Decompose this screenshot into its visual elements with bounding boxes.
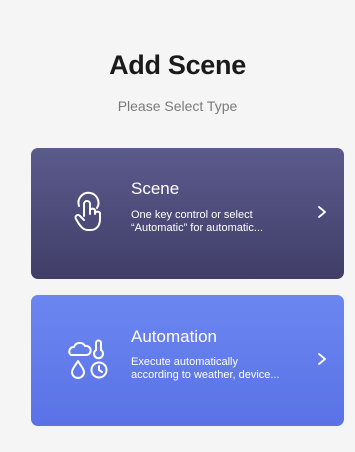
weather-time-icon (65, 333, 115, 383)
chevron-right-icon (316, 352, 328, 366)
automation-card-description-line2: according to weather, device... (131, 369, 280, 381)
automation-card[interactable]: Automation Execute automatically accordi… (31, 295, 344, 426)
scene-card-description-line2: “Automatic” for automatic... (131, 222, 264, 234)
scene-card-description-line1: One key control or select (131, 209, 253, 221)
chevron-right-icon (316, 205, 328, 219)
page-title: Add Scene (109, 50, 246, 80)
page-subtitle: Please Select Type (117, 98, 238, 114)
automation-card-description: Execute automatically according to weath… (131, 356, 311, 382)
scene-card-title: Scene (131, 179, 180, 198)
scene-card-description: One key control or select “Automatic” fo… (131, 209, 311, 235)
automation-card-title: Automation (131, 327, 217, 346)
scene-card[interactable]: Scene One key control or select “Automat… (31, 148, 344, 279)
automation-card-description-line1: Execute automatically (131, 356, 238, 368)
tap-hand-icon (65, 186, 115, 236)
